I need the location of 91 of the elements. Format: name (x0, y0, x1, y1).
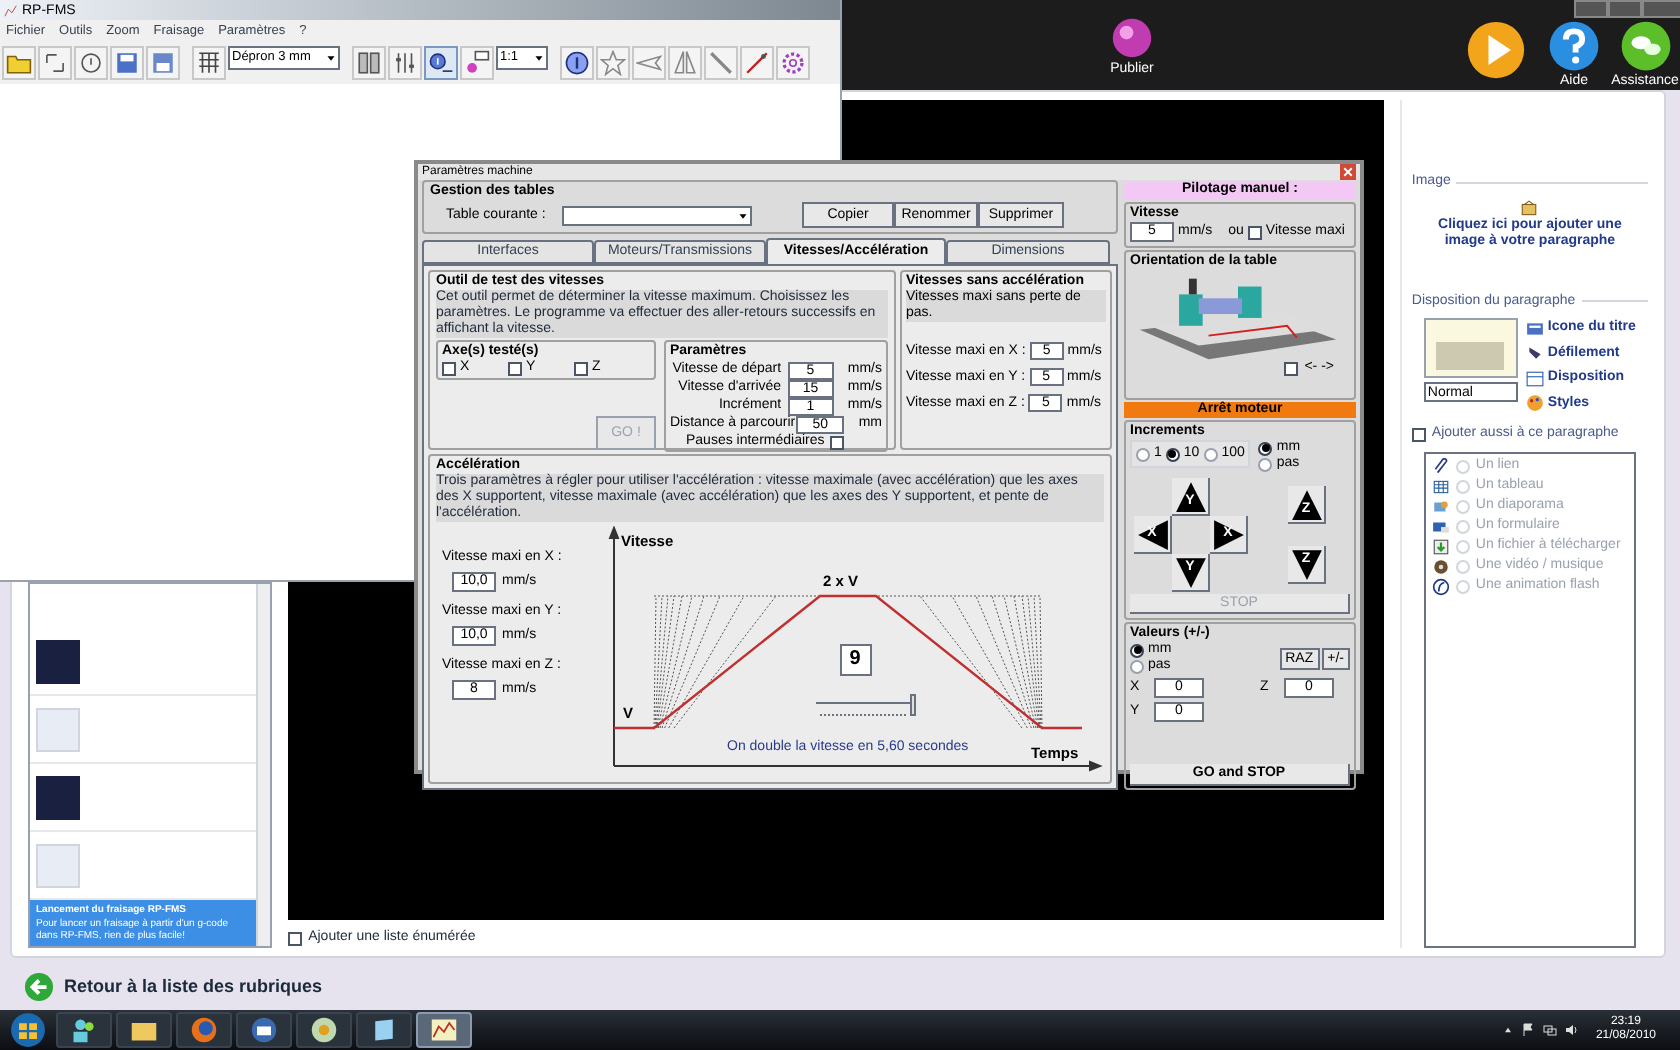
folder-icon (6, 50, 32, 76)
radio-button[interactable] (1136, 447, 1150, 461)
people-icon (70, 1016, 98, 1044)
document-icon (370, 1016, 398, 1044)
title-icon (1525, 319, 1544, 338)
thumbnail-picture (36, 639, 80, 683)
slideshow-icon (1431, 498, 1450, 516)
panels-icon (356, 50, 382, 76)
film-icon (1431, 558, 1450, 576)
download-icon (1431, 538, 1450, 556)
radio-button[interactable] (1258, 457, 1273, 471)
browser-icon (190, 1016, 218, 1044)
toolbar-button[interactable] (776, 46, 810, 80)
taskbar-button[interactable] (296, 1012, 352, 1048)
thumbnail-picture (36, 707, 80, 751)
mail-icon (250, 1016, 278, 1044)
toolbar-button[interactable] (560, 46, 594, 80)
toolbar-button[interactable] (740, 46, 774, 80)
dropdown-arrow-icon (532, 50, 546, 66)
image-icon (1520, 199, 1539, 217)
close-icon (1342, 166, 1354, 178)
chart-icon (4, 3, 18, 17)
taskbar-button[interactable] (236, 1012, 292, 1048)
taskbar-button[interactable] (356, 1012, 412, 1048)
save-icon (114, 50, 140, 76)
checkbox[interactable] (288, 931, 303, 945)
globe-icon (1110, 16, 1154, 60)
radio-button[interactable] (1165, 447, 1180, 461)
toolbar-button[interactable] (388, 46, 422, 80)
checkbox[interactable] (442, 361, 456, 375)
radio-button[interactable] (1258, 441, 1273, 455)
layers-icon (464, 50, 490, 76)
plane-icon (636, 50, 662, 76)
gear-icon (780, 50, 806, 76)
taskbar-button[interactable] (116, 1012, 172, 1048)
toolbar-button[interactable] (74, 46, 108, 80)
layout-icon (1525, 369, 1544, 388)
network-icon (1541, 1022, 1558, 1038)
toolbar-button[interactable] (460, 46, 494, 80)
triangle-icon (1290, 548, 1324, 582)
toolbar-button[interactable] (38, 46, 72, 80)
slider[interactable] (815, 692, 915, 720)
sail-icon (672, 50, 698, 76)
start-orb-icon (10, 1012, 46, 1048)
star-icon (600, 50, 626, 76)
table-dropdown[interactable] (562, 205, 752, 225)
checkbox[interactable] (508, 361, 522, 375)
checkbox[interactable] (1247, 225, 1262, 239)
value-display: 9 (839, 644, 871, 676)
save-as-icon (150, 50, 176, 76)
caret-icon (1501, 1024, 1514, 1036)
triangle-icon (1290, 488, 1324, 522)
taskbar-button[interactable] (56, 1012, 112, 1048)
play-icon (1466, 20, 1526, 80)
checkbox[interactable] (830, 435, 845, 449)
radio-button[interactable] (1130, 659, 1144, 673)
triangle-icon (1174, 556, 1208, 590)
sliders-icon (392, 50, 418, 76)
triangle-icon (1174, 480, 1208, 514)
toolbar-button[interactable] (352, 46, 386, 80)
back-arrow-icon (24, 972, 54, 1002)
checkbox[interactable] (1411, 427, 1426, 442)
chart-icon (430, 1016, 458, 1044)
triangle-icon (1136, 518, 1170, 552)
triangle-icon (1212, 518, 1246, 552)
flag-icon (1519, 1022, 1536, 1038)
media-icon (310, 1016, 338, 1044)
table-icon (1431, 478, 1450, 496)
toolbar-button[interactable] (424, 46, 458, 80)
grid-icon (196, 50, 222, 76)
toolbar-button[interactable] (110, 46, 144, 80)
slider-thumb[interactable] (909, 694, 915, 716)
speaker-icon (1563, 1022, 1580, 1038)
radio-button[interactable] (1130, 643, 1144, 657)
back-link[interactable]: Retour à la liste des rubriques (64, 973, 323, 1001)
circled-one-icon (564, 50, 590, 76)
checkbox[interactable] (1284, 361, 1299, 375)
toolbar-button[interactable] (2, 46, 36, 80)
thumbnail-picture (36, 775, 80, 819)
paperclip-icon (1431, 458, 1450, 476)
scrollbar[interactable] (256, 584, 271, 946)
toolbar-button[interactable] (192, 46, 226, 80)
thumbnail-picture (36, 843, 80, 887)
chat-icon (1619, 20, 1671, 72)
cut-line-icon (744, 50, 770, 76)
radio-button[interactable] (1203, 447, 1218, 461)
help-icon (1548, 20, 1600, 72)
checkbox[interactable] (574, 361, 588, 375)
palette-icon (1525, 394, 1544, 413)
form-icon (1431, 518, 1450, 536)
dropdown-arrow-icon (324, 50, 338, 66)
